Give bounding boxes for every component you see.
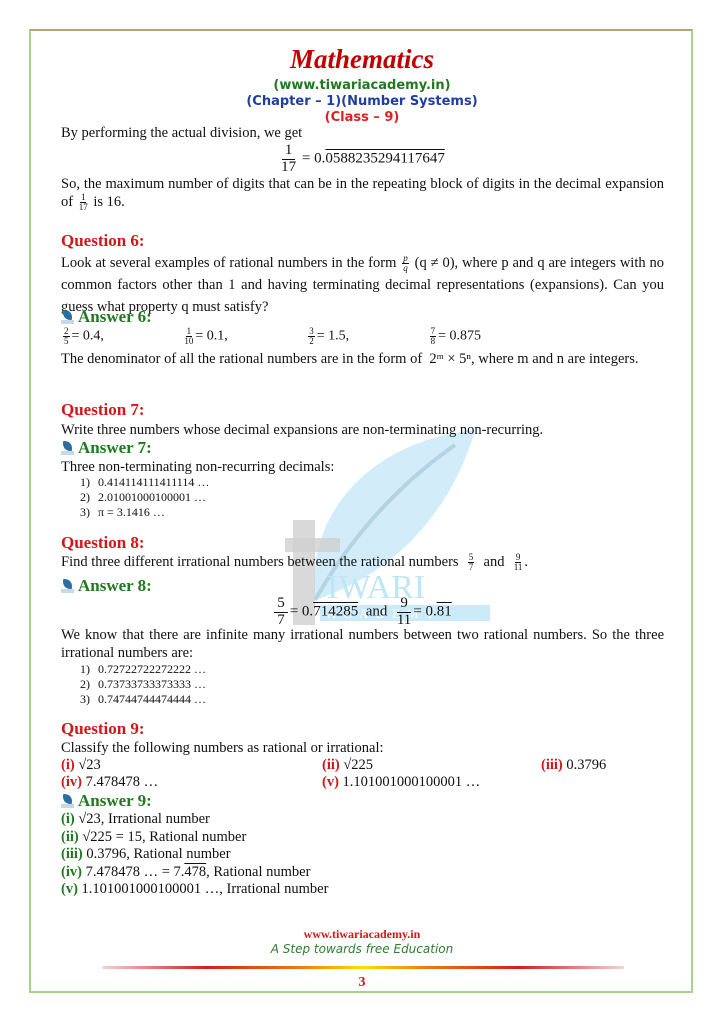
- list-item: 1) 0.72722722272222 …: [80, 662, 206, 676]
- question-9-option: (iv) 7.478478 …: [61, 774, 159, 790]
- fraction: 9 11: [396, 595, 412, 628]
- repeating-block: 81: [436, 603, 452, 620]
- power-form: 2ᵐ × 5ⁿ: [429, 351, 472, 367]
- list-item: 2) 0.73733733373333 …: [80, 677, 206, 691]
- list-item: 2) 2.01001000100001 …: [80, 490, 206, 504]
- tiwari-logo-icon: [60, 579, 75, 593]
- list-item: (iv) 7.478478 … = 7.478, Rational number: [61, 863, 311, 880]
- fraction: pq: [402, 253, 409, 274]
- list-item: 3) 0.74744744474444 …: [80, 692, 206, 706]
- intro-equation: 1 17 = 0.0588235294117647: [281, 142, 445, 175]
- tiwari-logo-icon: [60, 310, 75, 324]
- fraction: 57: [467, 552, 475, 573]
- list-item: (iii) 0.3796, Rational number: [61, 846, 231, 862]
- fraction: 57: [274, 596, 288, 628]
- question-9-option: (i) √23: [61, 757, 101, 773]
- intro-line: By performing the actual division, we ge…: [61, 125, 303, 141]
- list-item: (ii) √225 = 15, Rational number: [61, 828, 247, 845]
- question-6-heading: Question 6:: [61, 231, 145, 250]
- answer-8-heading: Answer 8:: [60, 576, 152, 596]
- question-9-option: (ii) √225: [322, 757, 374, 773]
- question-9-text: Classify the following numbers as ration…: [61, 740, 384, 756]
- repeating-block: 478: [184, 863, 207, 880]
- question-8-text: Find three different irrational numbers …: [61, 552, 529, 573]
- repeating-block: 0588235294117647: [325, 150, 445, 167]
- example: 2 5 = 0.4,: [63, 326, 104, 346]
- page-title: Mathematics: [289, 44, 434, 74]
- answer-9-heading: Answer 9:: [60, 791, 152, 811]
- answer-7-list: 1) 0.414114111411114 … 2) 2.01001000100001…: [80, 475, 209, 520]
- fraction: 1 17: [281, 142, 297, 175]
- list-item: (i) √23, Irrational number: [61, 811, 210, 827]
- answer-8-list: 1) 0.72722722272222 … 2) 0.73733733373333 …: [80, 662, 206, 707]
- footer-divider: [102, 966, 624, 969]
- website-link[interactable]: (www.tiwariacademy.in): [0, 78, 724, 93]
- page-number: 3: [358, 975, 366, 990]
- answer-9-list: (i) √23, Irrational number (ii) √225 = 1…: [61, 811, 328, 899]
- question-7-heading: Question 7:: [61, 400, 145, 419]
- fraction: 1 10: [184, 326, 194, 346]
- example: 3 2 = 1.5,: [308, 326, 350, 346]
- intro-conclusion: So, the maximum number of digits that ca…: [61, 176, 664, 213]
- repeating-block: 714285: [313, 603, 359, 620]
- answer-8-text: We know that there are infinite many irr…: [61, 627, 664, 661]
- answer-6-text: The denominator of all the rational numb…: [61, 351, 639, 367]
- footer-tagline: A Step towards free Education: [270, 942, 454, 956]
- example: 7 8 = 0.875: [429, 326, 481, 346]
- tiwari-logo-icon: [60, 441, 75, 455]
- question-9-heading: Question 9:: [61, 719, 145, 738]
- answer-7-intro: Three non-terminating non-recurring deci…: [61, 459, 335, 475]
- question-9-option: (iii) 0.3796: [541, 757, 607, 773]
- list-item: 1) 0.414114111411114 …: [80, 475, 210, 489]
- question-9-option: (v) 1.101001000100001 …: [322, 774, 481, 790]
- class-label: (Class – 9): [324, 110, 400, 125]
- example: 1 10 = 0.1,: [184, 326, 228, 346]
- tiwari-logo-icon: [60, 794, 75, 808]
- fraction: 32: [308, 326, 315, 346]
- list-item: (v) 1.101001000100001 …, Irrational numb…: [61, 881, 329, 897]
- answer-6-examples: 2 5 = 0.4, 1 10 = 0.1, 3 2 = 1.5, 7 8 = 0.875: [61, 327, 481, 346]
- fraction: 25: [63, 326, 70, 346]
- answer-8-equation: 5 7 = 0.714285 and 9 11 = 0.81: [0, 596, 724, 628]
- answer-7-heading: Answer 7:: [60, 438, 152, 458]
- question-8-heading: Question 8:: [61, 533, 145, 552]
- footer-website-link[interactable]: www.tiwariacademy.in: [0, 927, 724, 942]
- answer-6-heading: Answer 6:: [60, 307, 152, 327]
- fraction: 9 11: [513, 552, 523, 573]
- chapter-label: (Chapter – 1)(Number Systems): [246, 94, 478, 109]
- fraction: 78: [429, 326, 437, 346]
- list-item: 3) π = 3.1416 …: [80, 505, 165, 519]
- fraction: 1 17: [78, 192, 88, 213]
- question-7-text: Write three numbers whose decimal expans…: [61, 422, 544, 438]
